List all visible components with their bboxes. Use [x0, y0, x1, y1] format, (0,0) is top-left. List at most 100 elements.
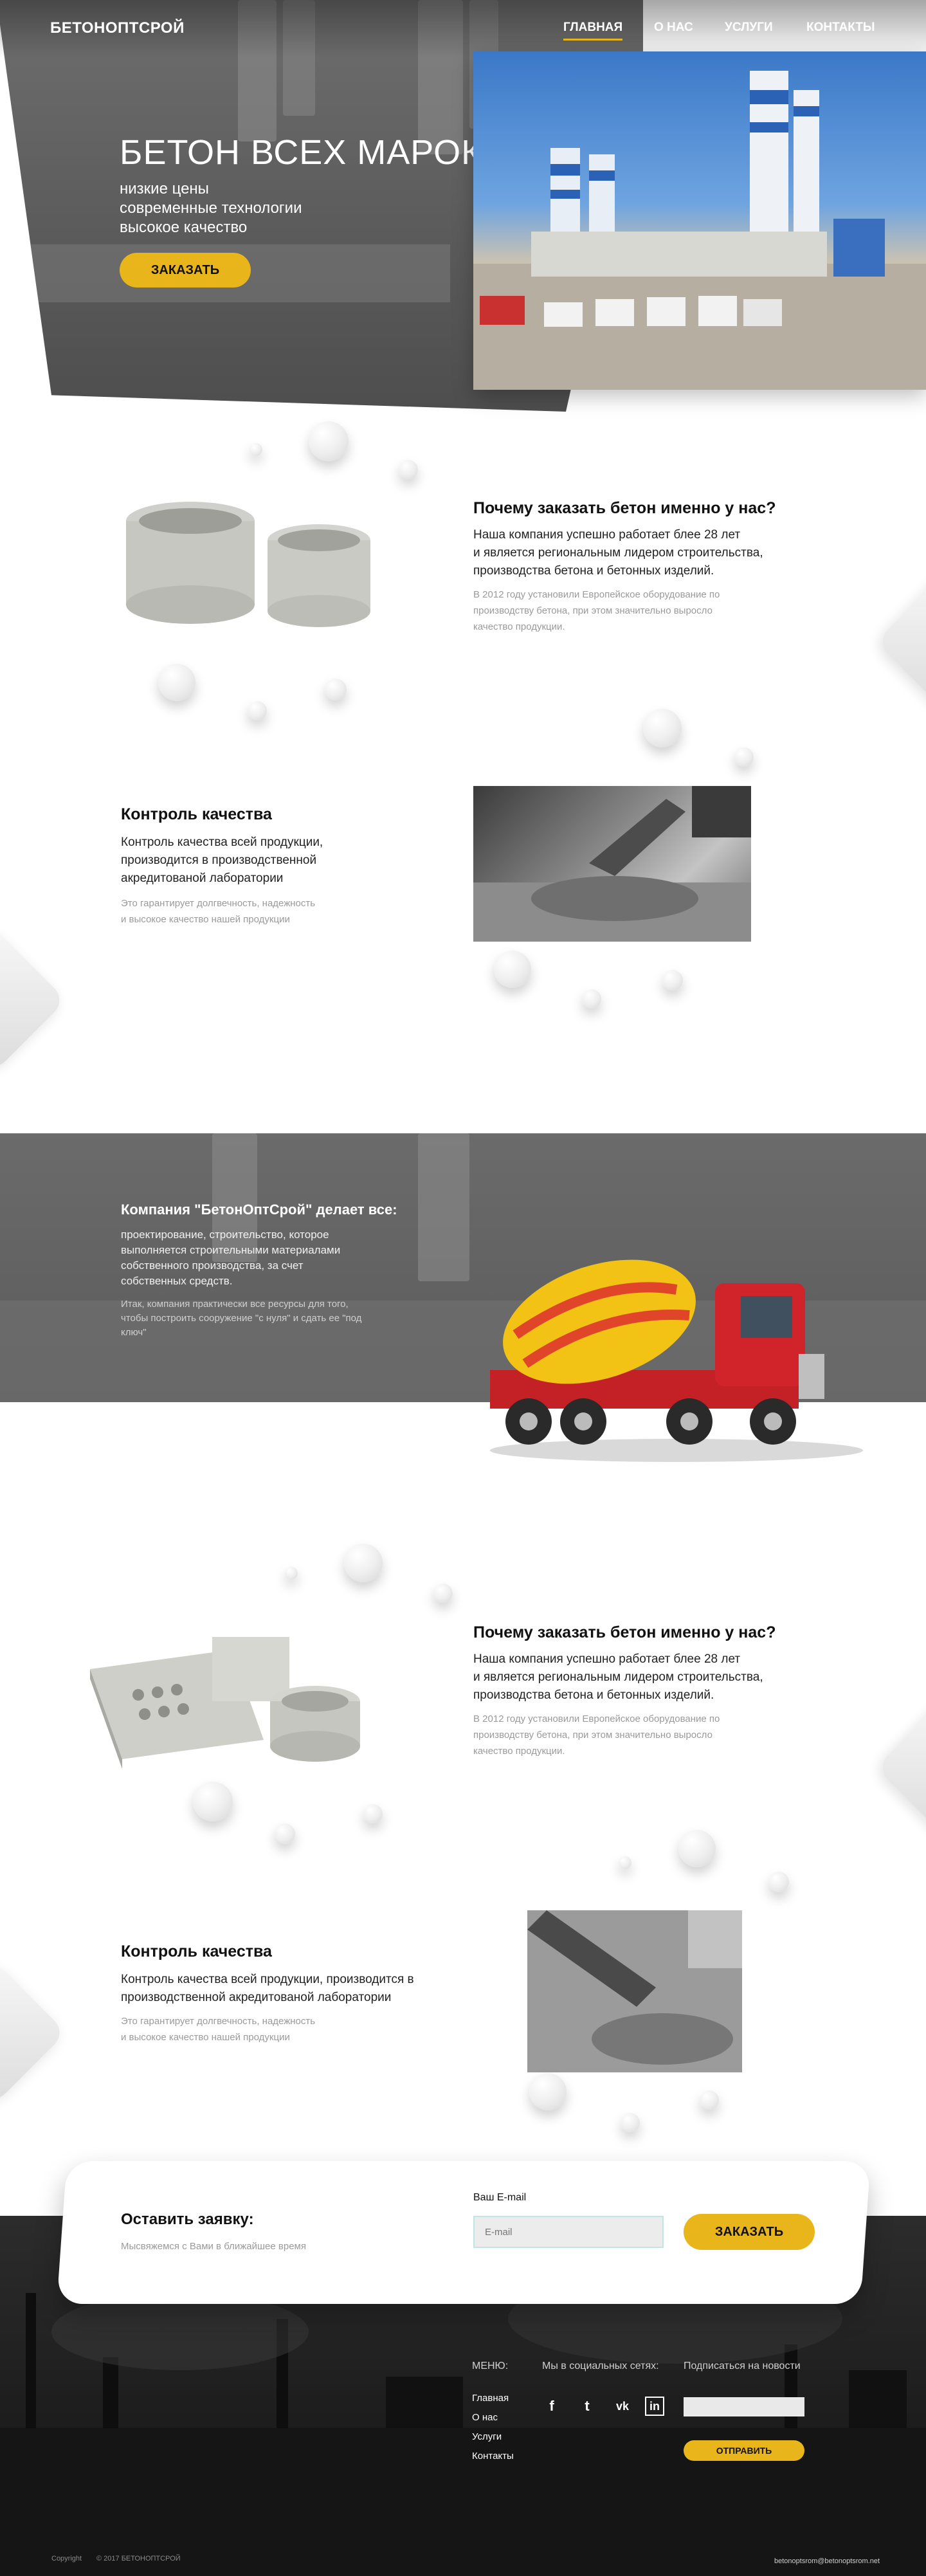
decor-shape — [875, 569, 926, 715]
decor-bubble — [621, 2113, 640, 2132]
email-input[interactable] — [473, 2216, 664, 2248]
decor-bubble — [433, 1584, 453, 1603]
decor-bubble — [193, 1782, 233, 1822]
subscribe-input[interactable] — [684, 2397, 804, 2416]
order-subtitle: Мысвяжемся с Вами в ближайшее время — [121, 2241, 306, 2252]
section-note: качество продукции. — [473, 1746, 565, 1757]
section-text: производится в производственной — [121, 854, 317, 867]
mixer-truck-image — [464, 1238, 863, 1470]
hero-title: БЕТОН ВСЕХ МАРОК — [120, 133, 482, 172]
decor-bubble — [325, 679, 347, 700]
section-title: Почему заказать бетон именно у нас? — [473, 499, 776, 517]
section-title: Контроль качества — [121, 805, 272, 823]
concrete-chute-photo — [527, 1910, 742, 2072]
section-note: качество продукции. — [473, 621, 565, 632]
decor-bubble — [768, 1872, 789, 1892]
decor-bubble — [250, 443, 262, 456]
rings-illustration — [126, 502, 370, 627]
order-submit-button[interactable]: ЗАКАЗАТЬ — [684, 2214, 815, 2250]
slabs-illustration — [90, 1637, 360, 1769]
band-text: собственного производства, за счет — [121, 1259, 304, 1272]
concrete-slabs-image — [77, 1624, 399, 1772]
section-text: Наша компания успешно работает блее 28 л… — [473, 1652, 741, 1666]
decor-bubble — [700, 2090, 719, 2110]
social-title: Мы в социальных сетях: — [542, 2361, 659, 2371]
section-note: В 2012 году установили Европейское обору… — [473, 1713, 720, 1724]
section-text: и является региональным лидером строител… — [473, 1670, 763, 1684]
section-note: и высокое качество нашей продукции — [121, 2032, 290, 2043]
section-text: производства бетона и бетонных изделий. — [473, 564, 714, 578]
subscribe-button[interactable]: ОТПРАВИТЬ — [684, 2440, 804, 2461]
email-label: Ваш E-mail — [473, 2192, 527, 2203]
section-title: Почему заказать бетон именно у нас? — [473, 1623, 776, 1641]
decor-shape — [875, 1694, 926, 1841]
section-note: Это гарантирует долгвечность, надежность — [121, 898, 316, 909]
nav-contacts[interactable]: КОНТАКТЫ — [806, 21, 875, 35]
nav-about[interactable]: О НАС — [654, 21, 693, 35]
band-text: проектирование, строительство, которое — [121, 1229, 329, 1241]
decor-bubble — [619, 1856, 631, 1869]
footer-link-services[interactable]: Услуги — [472, 2431, 502, 2442]
subscribe-title: Подписаться на новости — [684, 2361, 801, 2371]
silo-shape — [418, 1133, 469, 1281]
decor-bubble — [529, 2073, 567, 2110]
page: БЕТОНОПТСРОЙ ГЛАВНАЯ О НАС УСЛУГИ КОНТАК… — [0, 0, 926, 2576]
band-note: ключ" — [121, 1327, 147, 1338]
decor-bubble — [494, 951, 531, 988]
footer-link-about[interactable]: О нас — [472, 2412, 498, 2423]
section-note: В 2012 году установили Европейское обору… — [473, 589, 720, 600]
decor-bubble — [285, 1567, 298, 1580]
footer-menu-title: МЕНЮ: — [472, 2361, 509, 2371]
decor-bubble — [344, 1544, 383, 1582]
linkedin-icon[interactable]: in — [645, 2397, 664, 2416]
section-text: Контроль качества всей продукции, — [121, 836, 323, 849]
band-text: собственных средств. — [121, 1275, 233, 1287]
copyright-label: Copyright — [51, 2555, 82, 2562]
mixer-truck-illustration — [490, 1259, 863, 1462]
section-text: производственной акредитованой лаборатор… — [121, 1991, 392, 2004]
hero-line: современные технологии — [120, 199, 302, 217]
decor-bubble — [678, 1830, 716, 1867]
footer-link-contacts[interactable]: Контакты — [472, 2451, 514, 2462]
decor-bubble — [248, 701, 267, 720]
twitter-icon[interactable]: t — [577, 2397, 597, 2416]
copyright-text: © 2017 БЕТОНОПТСРОЙ — [96, 2555, 181, 2562]
decor-bubble — [363, 1804, 383, 1823]
section-note: и высокое качество нашей продукции — [121, 914, 290, 925]
footer-email[interactable]: betonoptsrom@betonoptsrom.net — [774, 2557, 880, 2565]
logo[interactable]: БЕТОНОПТСРОЙ — [50, 19, 185, 37]
section-note: производству бетона, при этом значительн… — [473, 1730, 713, 1740]
decor-bubble — [643, 709, 682, 747]
hero-photo — [473, 51, 926, 390]
chute-illustration — [527, 1910, 742, 2072]
decor-bubble — [734, 747, 754, 767]
decor-bubble — [309, 421, 349, 461]
vk-icon[interactable]: vk — [613, 2397, 632, 2416]
nav-home[interactable]: ГЛАВНАЯ — [563, 21, 623, 41]
pour-illustration — [473, 786, 751, 942]
concrete-pour-photo — [473, 786, 751, 942]
band-text: выполняется строительными материалами — [121, 1244, 341, 1256]
hero-line: высокое качество — [120, 219, 248, 236]
section-text: и является региональным лидером строител… — [473, 546, 763, 560]
band-note: чтобы построить сооружение "с нуля" и сд… — [121, 1313, 362, 1324]
decor-bubble — [662, 970, 683, 991]
decor-bubble — [399, 460, 418, 479]
hero-line: низкие цены — [120, 180, 209, 197]
decor-bubble — [582, 989, 601, 1009]
nav-services[interactable]: УСЛУГИ — [725, 21, 773, 35]
section-text: акредитованой лаборатории — [121, 872, 284, 885]
facebook-icon[interactable]: f — [542, 2397, 561, 2416]
section-text: Наша компания успешно работает блее 28 л… — [473, 528, 741, 542]
footer-link-home[interactable]: Главная — [472, 2393, 509, 2404]
decor-shape — [0, 1959, 67, 2106]
decor-bubble — [158, 664, 195, 701]
section-title: Контроль качества — [121, 1942, 272, 1960]
band-title: Компания "БетонОптСрой" делает все: — [121, 1201, 397, 1218]
concrete-rings-image — [120, 495, 403, 637]
decor-bubble — [275, 1823, 295, 1844]
hero-order-button[interactable]: ЗАКАЗАТЬ — [120, 253, 251, 288]
section-text: производства бетона и бетонных изделий. — [473, 1688, 714, 1702]
decor-shape — [0, 927, 67, 1073]
concrete-plant-illustration — [473, 71, 926, 390]
